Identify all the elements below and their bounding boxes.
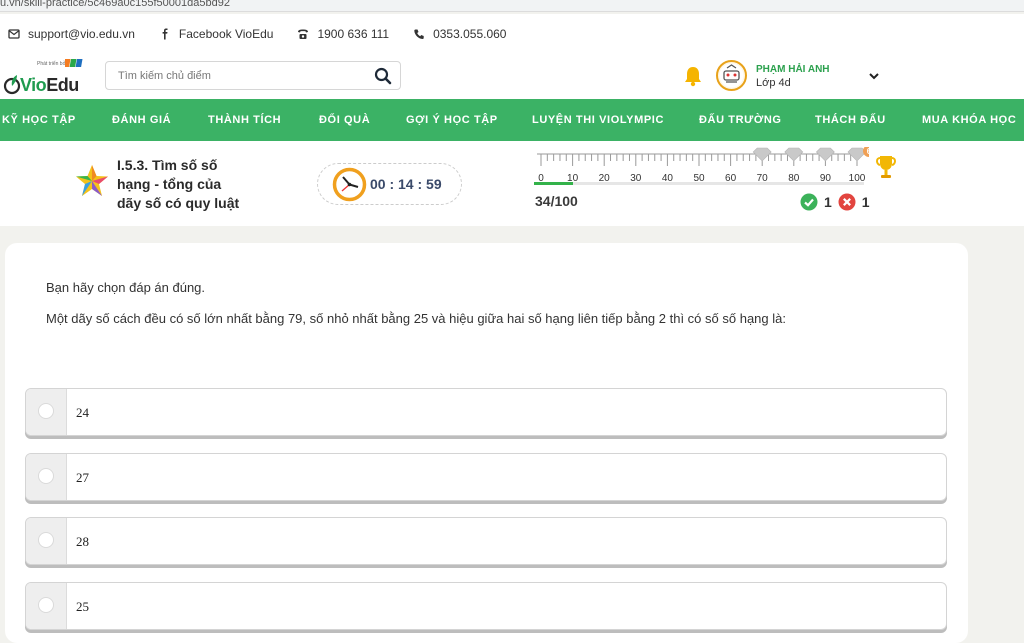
radio-button[interactable]: [38, 532, 54, 548]
radio-button[interactable]: [38, 597, 54, 613]
nav-item-challenge[interactable]: THÁCH ĐẤU: [815, 99, 886, 141]
progress-track: [534, 182, 864, 185]
leaf-logo-icon: [3, 75, 21, 95]
wrong-icon: [838, 193, 856, 211]
badge-count: 6: [867, 147, 869, 156]
trophy-icon: [876, 156, 896, 178]
answer-option-4[interactable]: 25: [25, 582, 947, 630]
answer-option-1[interactable]: 24: [25, 388, 947, 436]
nav-item-skills[interactable]: KỸ HỌC TẬP: [2, 99, 76, 141]
nav-item-violympic[interactable]: LUYỆN THI VIOLYMPIC: [532, 99, 664, 141]
radio-column: [26, 454, 67, 500]
avatar-image: [719, 63, 744, 88]
nav-item-rewards[interactable]: ĐỔI QUÀ: [319, 99, 370, 141]
result-summary: 1 1: [800, 193, 876, 211]
radio-column: [26, 583, 67, 629]
answer-option-2[interactable]: 27: [25, 453, 947, 501]
logo-tagline: Phát triển bởi: [37, 61, 67, 67]
logo-wordmark: VioEdu: [20, 75, 79, 96]
contact-hotline[interactable]: 1900 636 111: [297, 27, 389, 41]
avatar[interactable]: [716, 60, 747, 91]
user-class: Lớp 4d: [756, 77, 791, 89]
nav-item-assessment[interactable]: ĐÁNH GIÁ: [112, 99, 171, 141]
main-nav: KỸ HỌC TẬP ĐÁNH GIÁ THÀNH TÍCH ĐỔI QUÀ G…: [0, 99, 1024, 141]
wrong-count: 1: [861, 194, 870, 210]
question-card: Bạn hãy chọn đáp án đúng. Một dãy số các…: [5, 243, 968, 643]
nav-item-buy-course[interactable]: MUA KHÓA HỌC: [922, 99, 1016, 141]
timer-text: 00 : 14 : 59: [370, 176, 442, 192]
logo-vio: Vio: [20, 75, 47, 95]
contact-phone[interactable]: 0353.055.060: [413, 27, 506, 41]
hotline-text: 1900 636 111: [317, 27, 390, 41]
answer-label: 28: [76, 534, 89, 549]
contact-email[interactable]: support@vio.edu.vn: [8, 27, 135, 41]
telephone-icon: [298, 29, 309, 39]
site-header: Phát triển bởi VioEdu PHẠM HẢI ANH Lớp 4…: [0, 54, 1024, 99]
radio-column: [26, 518, 67, 564]
answer-label: 25: [76, 599, 89, 614]
correct-count: 1: [824, 194, 832, 210]
answer-option-3[interactable]: 28: [25, 517, 947, 565]
phone-text: 0353.055.060: [433, 27, 507, 41]
fpt-logo-icon: [65, 59, 83, 67]
nav-item-arena[interactable]: ĐẤU TRƯỜNG: [699, 99, 782, 141]
search-icon[interactable]: [374, 67, 392, 85]
address-bar[interactable]: u.vn/skill-practice/5c469a0c155f50001da5…: [0, 0, 1024, 12]
radio-column: [26, 389, 67, 435]
topic-title: I.5.3. Tìm số số hạng - tổng của dãy số …: [117, 157, 240, 211]
logo-edu: Edu: [46, 75, 79, 95]
timer: 00 : 14 : 59: [317, 163, 462, 205]
radio-button[interactable]: [38, 468, 54, 484]
question-instruction: Bạn hãy chọn đáp án đúng.: [46, 280, 206, 295]
radio-button[interactable]: [38, 403, 54, 419]
chevron-down-icon[interactable]: [868, 71, 880, 81]
contact-facebook[interactable]: Facebook VioEdu: [159, 27, 274, 41]
phone-icon: [414, 29, 424, 39]
email-text: support@vio.edu.vn: [28, 27, 135, 41]
facebook-icon: [162, 28, 168, 40]
nav-item-achievements[interactable]: THÀNH TÍCH: [208, 99, 281, 141]
nav-item-suggestions[interactable]: GỢI Ý HỌC TẬP: [406, 99, 498, 141]
search-input[interactable]: [118, 68, 368, 84]
url-text: u.vn/skill-practice/5c469a0c155f50001da5…: [0, 0, 230, 9]
bell-icon[interactable]: [683, 65, 703, 87]
facebook-text: Facebook VioEdu: [178, 27, 274, 41]
correct-icon: [800, 193, 818, 211]
question-text: Một dãy số cách đều có số lớn nhất bằng …: [46, 311, 786, 326]
topic-bar: I.5.3. Tìm số số hạng - tổng của dãy số …: [0, 141, 1024, 226]
contact-bar: support@vio.edu.vn Facebook VioEdu 1900 …: [0, 14, 1024, 54]
answer-label: 27: [76, 470, 89, 485]
answer-label: 24: [76, 405, 89, 420]
user-name[interactable]: PHẠM HẢI ANH: [756, 64, 830, 75]
search-box[interactable]: [105, 61, 401, 90]
mail-icon: [8, 29, 20, 39]
progress-fill: [534, 182, 574, 185]
star-icon: [76, 165, 108, 196]
clock-icon: [332, 167, 367, 202]
vioedu-logo[interactable]: Phát triển bởi VioEdu: [3, 58, 83, 98]
score-text: 34/100: [535, 193, 578, 209]
